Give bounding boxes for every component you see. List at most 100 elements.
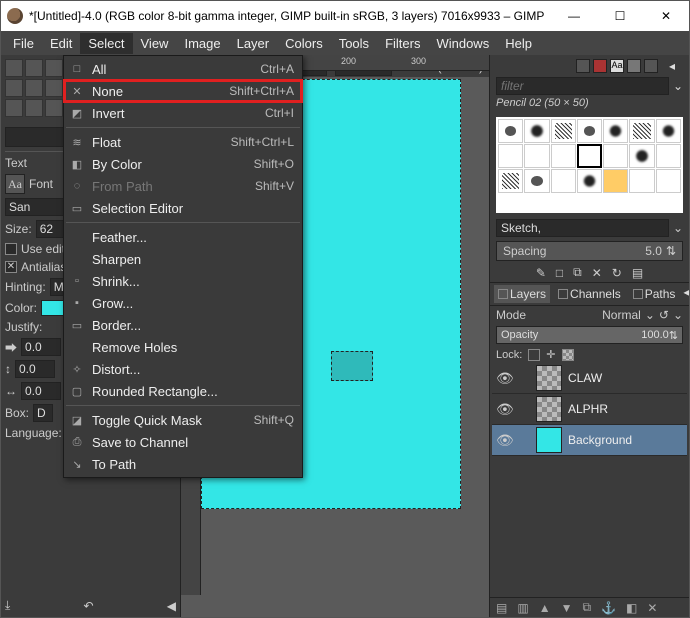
brush-filter-input[interactable] bbox=[496, 77, 669, 95]
minimize-button[interactable]: — bbox=[551, 1, 597, 31]
brush-preset-select[interactable] bbox=[496, 219, 669, 237]
dock-tab-brushes-icon[interactable] bbox=[576, 59, 590, 73]
layer-row[interactable]: 👁 ALPHR bbox=[492, 394, 687, 425]
brush-cell[interactable] bbox=[629, 119, 654, 143]
menu-item-none[interactable]: ✕NoneShift+Ctrl+A bbox=[64, 80, 302, 102]
dock-tab-more-icon[interactable] bbox=[644, 59, 658, 73]
menu-item-shrink[interactable]: ▫Shrink... bbox=[64, 270, 302, 292]
brush-cell[interactable] bbox=[551, 144, 576, 168]
tool-text[interactable] bbox=[25, 99, 43, 117]
brush-cell[interactable] bbox=[629, 144, 654, 168]
menu-view[interactable]: View bbox=[133, 33, 177, 54]
indent1-input[interactable] bbox=[21, 338, 61, 356]
delete-icon[interactable]: ◀ bbox=[167, 599, 176, 613]
menu-windows[interactable]: Windows bbox=[428, 33, 497, 54]
floating-selection[interactable] bbox=[331, 351, 373, 381]
brush-grid[interactable] bbox=[496, 117, 683, 213]
menu-item-invert[interactable]: ◩InvertCtrl+I bbox=[64, 102, 302, 124]
font-family-input[interactable] bbox=[5, 198, 65, 216]
titlebar[interactable]: *[Untitled]-4.0 (RGB color 8-bit gamma i… bbox=[1, 1, 689, 31]
spacing-spinner-icon[interactable]: ⇅ bbox=[666, 244, 676, 258]
menu-item-sharpen[interactable]: Sharpen bbox=[64, 248, 302, 270]
menu-item-by-color[interactable]: ◧By ColorShift+O bbox=[64, 153, 302, 175]
close-button[interactable]: ✕ bbox=[643, 1, 689, 31]
visibility-toggle-icon[interactable]: 👁 bbox=[496, 401, 512, 418]
tool-crop[interactable] bbox=[5, 79, 23, 97]
brush-cell[interactable] bbox=[603, 119, 628, 143]
menu-item-border[interactable]: ▭Border... bbox=[64, 314, 302, 336]
menu-help[interactable]: Help bbox=[497, 33, 540, 54]
brush-refresh-icon[interactable]: ↻ bbox=[612, 266, 622, 280]
menu-colors[interactable]: Colors bbox=[277, 33, 331, 54]
brush-open-icon[interactable]: ▤ bbox=[632, 266, 643, 280]
menu-item-distort[interactable]: ✧Distort... bbox=[64, 358, 302, 380]
brush-cell[interactable] bbox=[524, 169, 549, 193]
opacity-spinner-icon[interactable]: ⇅ bbox=[669, 329, 678, 342]
raise-layer-icon[interactable]: ▲ bbox=[539, 601, 551, 615]
maximize-button[interactable]: ☐ bbox=[597, 1, 643, 31]
restore-icon[interactable]: ↶ bbox=[84, 599, 94, 613]
brush-cell[interactable] bbox=[551, 119, 576, 143]
brush-cell-selected[interactable] bbox=[577, 144, 602, 168]
tool-free-select[interactable] bbox=[45, 59, 63, 77]
tab-layers[interactable]: Layers bbox=[494, 285, 550, 303]
menu-item-float[interactable]: ≋FloatShift+Ctrl+L bbox=[64, 131, 302, 153]
duplicate-layer-icon[interactable]: ⧉ bbox=[582, 600, 591, 615]
brush-cell[interactable] bbox=[656, 119, 681, 143]
tab-paths[interactable]: Paths bbox=[629, 285, 680, 303]
tool-bucket[interactable] bbox=[45, 79, 63, 97]
antialias-checkbox[interactable]: ✕ bbox=[5, 261, 17, 273]
menu-item-to-path[interactable]: ↘To Path bbox=[64, 453, 302, 475]
menu-item-save-to-channel[interactable]: ⎙Save to Channel bbox=[64, 431, 302, 453]
tool-move[interactable] bbox=[5, 59, 23, 77]
dock-tab-fonts-icon[interactable]: Aa bbox=[610, 59, 624, 73]
layer-name[interactable]: ALPHR bbox=[568, 402, 608, 416]
menu-item-selection-editor[interactable]: ▭Selection Editor bbox=[64, 197, 302, 219]
menu-item-rounded-rectangle[interactable]: ▢Rounded Rectangle... bbox=[64, 380, 302, 402]
preset-chevron-icon[interactable]: ⌄ bbox=[673, 221, 683, 235]
menu-item-feather[interactable]: Feather... bbox=[64, 226, 302, 248]
tool-rect-select[interactable] bbox=[25, 59, 43, 77]
mode-switch-icon[interactable]: ↺ bbox=[659, 308, 669, 322]
layer-row[interactable]: 👁 Background bbox=[492, 425, 687, 456]
brush-cell[interactable] bbox=[603, 144, 628, 168]
brush-cell[interactable] bbox=[656, 169, 681, 193]
menu-select[interactable]: Select bbox=[80, 33, 132, 54]
lock-pixels-icon[interactable] bbox=[528, 349, 540, 361]
menu-edit[interactable]: Edit bbox=[42, 33, 80, 54]
reset-icon[interactable]: ⤓ bbox=[5, 598, 10, 613]
menu-filters[interactable]: Filters bbox=[377, 33, 428, 54]
brush-cell[interactable] bbox=[577, 119, 602, 143]
dock-tab-patterns-icon[interactable] bbox=[593, 59, 607, 73]
delete-layer-icon[interactable]: ✕ bbox=[647, 601, 657, 615]
menu-item-toggle-quick-mask[interactable]: ◪Toggle Quick MaskShift+Q bbox=[64, 409, 302, 431]
dock-menu-icon[interactable]: ◂ bbox=[683, 285, 689, 303]
mode-picker-icon[interactable]: ⌄ bbox=[673, 308, 683, 322]
lock-position-icon[interactable]: ✛ bbox=[546, 348, 555, 361]
tool-transform[interactable] bbox=[25, 79, 43, 97]
lock-alpha-icon[interactable] bbox=[562, 349, 574, 361]
menu-layer[interactable]: Layer bbox=[229, 33, 278, 54]
tab-channels[interactable]: Channels bbox=[554, 285, 625, 303]
opacity-slider[interactable]: Opacity 100.0 ⇅ bbox=[496, 326, 683, 344]
mode-chevron-icon[interactable]: ⌄ bbox=[645, 308, 655, 322]
menu-tools[interactable]: Tools bbox=[331, 33, 377, 54]
indent3-input[interactable] bbox=[21, 382, 61, 400]
brush-del-icon[interactable]: ✕ bbox=[592, 266, 602, 280]
menu-image[interactable]: Image bbox=[176, 33, 228, 54]
merge-down-icon[interactable]: ⚓ bbox=[601, 601, 616, 615]
tool-path[interactable] bbox=[45, 99, 63, 117]
brush-dup-icon[interactable]: ⧉ bbox=[573, 265, 582, 280]
visibility-toggle-icon[interactable]: 👁 bbox=[496, 370, 512, 387]
layer-name[interactable]: CLAW bbox=[568, 371, 602, 385]
tool-paint[interactable] bbox=[5, 99, 23, 117]
menu-item-all[interactable]: □AllCtrl+A bbox=[64, 58, 302, 80]
brush-cell[interactable] bbox=[577, 169, 602, 193]
menu-item-remove-holes[interactable]: Remove Holes bbox=[64, 336, 302, 358]
visibility-toggle-icon[interactable]: 👁 bbox=[496, 432, 512, 449]
mode-select[interactable]: Normal bbox=[602, 308, 641, 322]
brush-cell[interactable] bbox=[524, 119, 549, 143]
brush-new-icon[interactable]: □ bbox=[556, 266, 563, 280]
brush-cell[interactable] bbox=[551, 169, 576, 193]
brush-edit-icon[interactable]: ✎ bbox=[536, 266, 546, 280]
